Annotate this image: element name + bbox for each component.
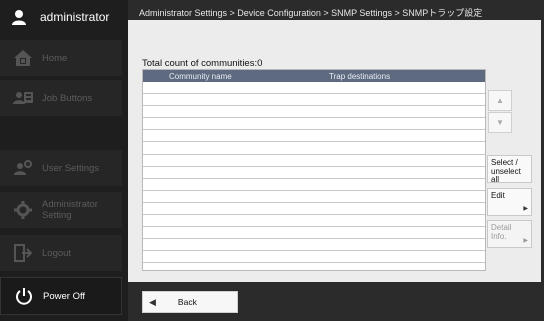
nav-job-buttons[interactable]: Job Buttons — [0, 80, 122, 116]
table-row[interactable] — [143, 94, 485, 107]
table-row[interactable] — [143, 179, 485, 191]
scroll-up-button[interactable]: ▲ — [488, 90, 512, 111]
nav-logout-label: Logout — [42, 247, 72, 259]
user-bar: administrator — [0, 0, 128, 33]
sidebar: administrator Home Job Buttons User Sett… — [0, 0, 128, 321]
table-row[interactable] — [143, 167, 485, 179]
table-row[interactable] — [143, 106, 485, 119]
power-off-button[interactable]: Power Off — [0, 277, 122, 315]
select-line-2: unselect all — [491, 166, 521, 184]
table-row[interactable] — [143, 142, 485, 155]
nav-administrator-setting[interactable]: Administrator Setting — [0, 192, 122, 228]
admin-line-1: Administrator — [42, 199, 98, 210]
nav-user-settings-label: User Settings — [42, 162, 100, 174]
list-header: Community name Trap destinations — [143, 70, 485, 82]
edit-button[interactable]: Edit ▶ — [487, 188, 532, 216]
nav-logout[interactable]: Logout — [0, 235, 122, 271]
detail-info-button[interactable]: Detail Info. ▶ — [487, 220, 532, 248]
chevron-down-icon: ▼ — [496, 118, 504, 127]
nav-home-label: Home — [42, 52, 68, 64]
detail-info-label: Detail Info. — [491, 223, 512, 241]
nav-user-settings[interactable]: User Settings — [0, 150, 122, 186]
table-row[interactable] — [143, 82, 485, 95]
home-icon — [14, 50, 32, 66]
back-arrow-icon: ◀ — [149, 296, 156, 307]
job-buttons-icon — [13, 92, 33, 104]
column-trap-destinations: Trap destinations — [329, 71, 391, 81]
community-list[interactable]: Community name Trap destinations — [142, 69, 486, 271]
arrow-right-icon: ▶ — [523, 237, 528, 244]
back-button[interactable]: ◀ Back — [142, 291, 238, 313]
power-off-label: Power Off — [43, 290, 86, 302]
table-row[interactable] — [143, 227, 485, 240]
table-row[interactable] — [143, 239, 485, 252]
main-panel: Total count of communities:0 Community n… — [128, 20, 541, 282]
table-row[interactable] — [143, 215, 485, 228]
user-settings-icon — [14, 160, 32, 175]
table-row[interactable] — [143, 203, 485, 216]
arrow-right-icon: ▶ — [523, 205, 528, 212]
nav-job-buttons-label: Job Buttons — [42, 92, 93, 104]
table-row[interactable] — [143, 191, 485, 203]
column-community-name: Community name — [169, 71, 232, 81]
back-label: Back — [177, 297, 197, 307]
select-unselect-all-button[interactable]: Select / unselect all — [487, 155, 532, 184]
edit-label: Edit — [491, 191, 505, 200]
table-row[interactable] — [143, 155, 485, 167]
total-count: Total count of communities:0 — [142, 58, 263, 69]
table-row[interactable] — [143, 130, 485, 143]
gear-icon — [14, 201, 32, 219]
nav-administrator-setting-label: Administrator Setting — [42, 199, 98, 221]
user-icon — [12, 9, 26, 25]
table-row[interactable] — [143, 251, 485, 264]
bottom-bar: ◀ Back — [128, 282, 544, 321]
admin-line-2: Setting — [42, 210, 72, 221]
chevron-up-icon: ▲ — [496, 96, 504, 105]
nav-home[interactable]: Home — [0, 40, 122, 76]
username: administrator — [40, 9, 110, 24]
table-row[interactable] — [143, 118, 485, 131]
logout-icon — [14, 244, 33, 262]
scroll-down-button[interactable]: ▼ — [488, 112, 512, 133]
power-icon — [16, 288, 32, 305]
